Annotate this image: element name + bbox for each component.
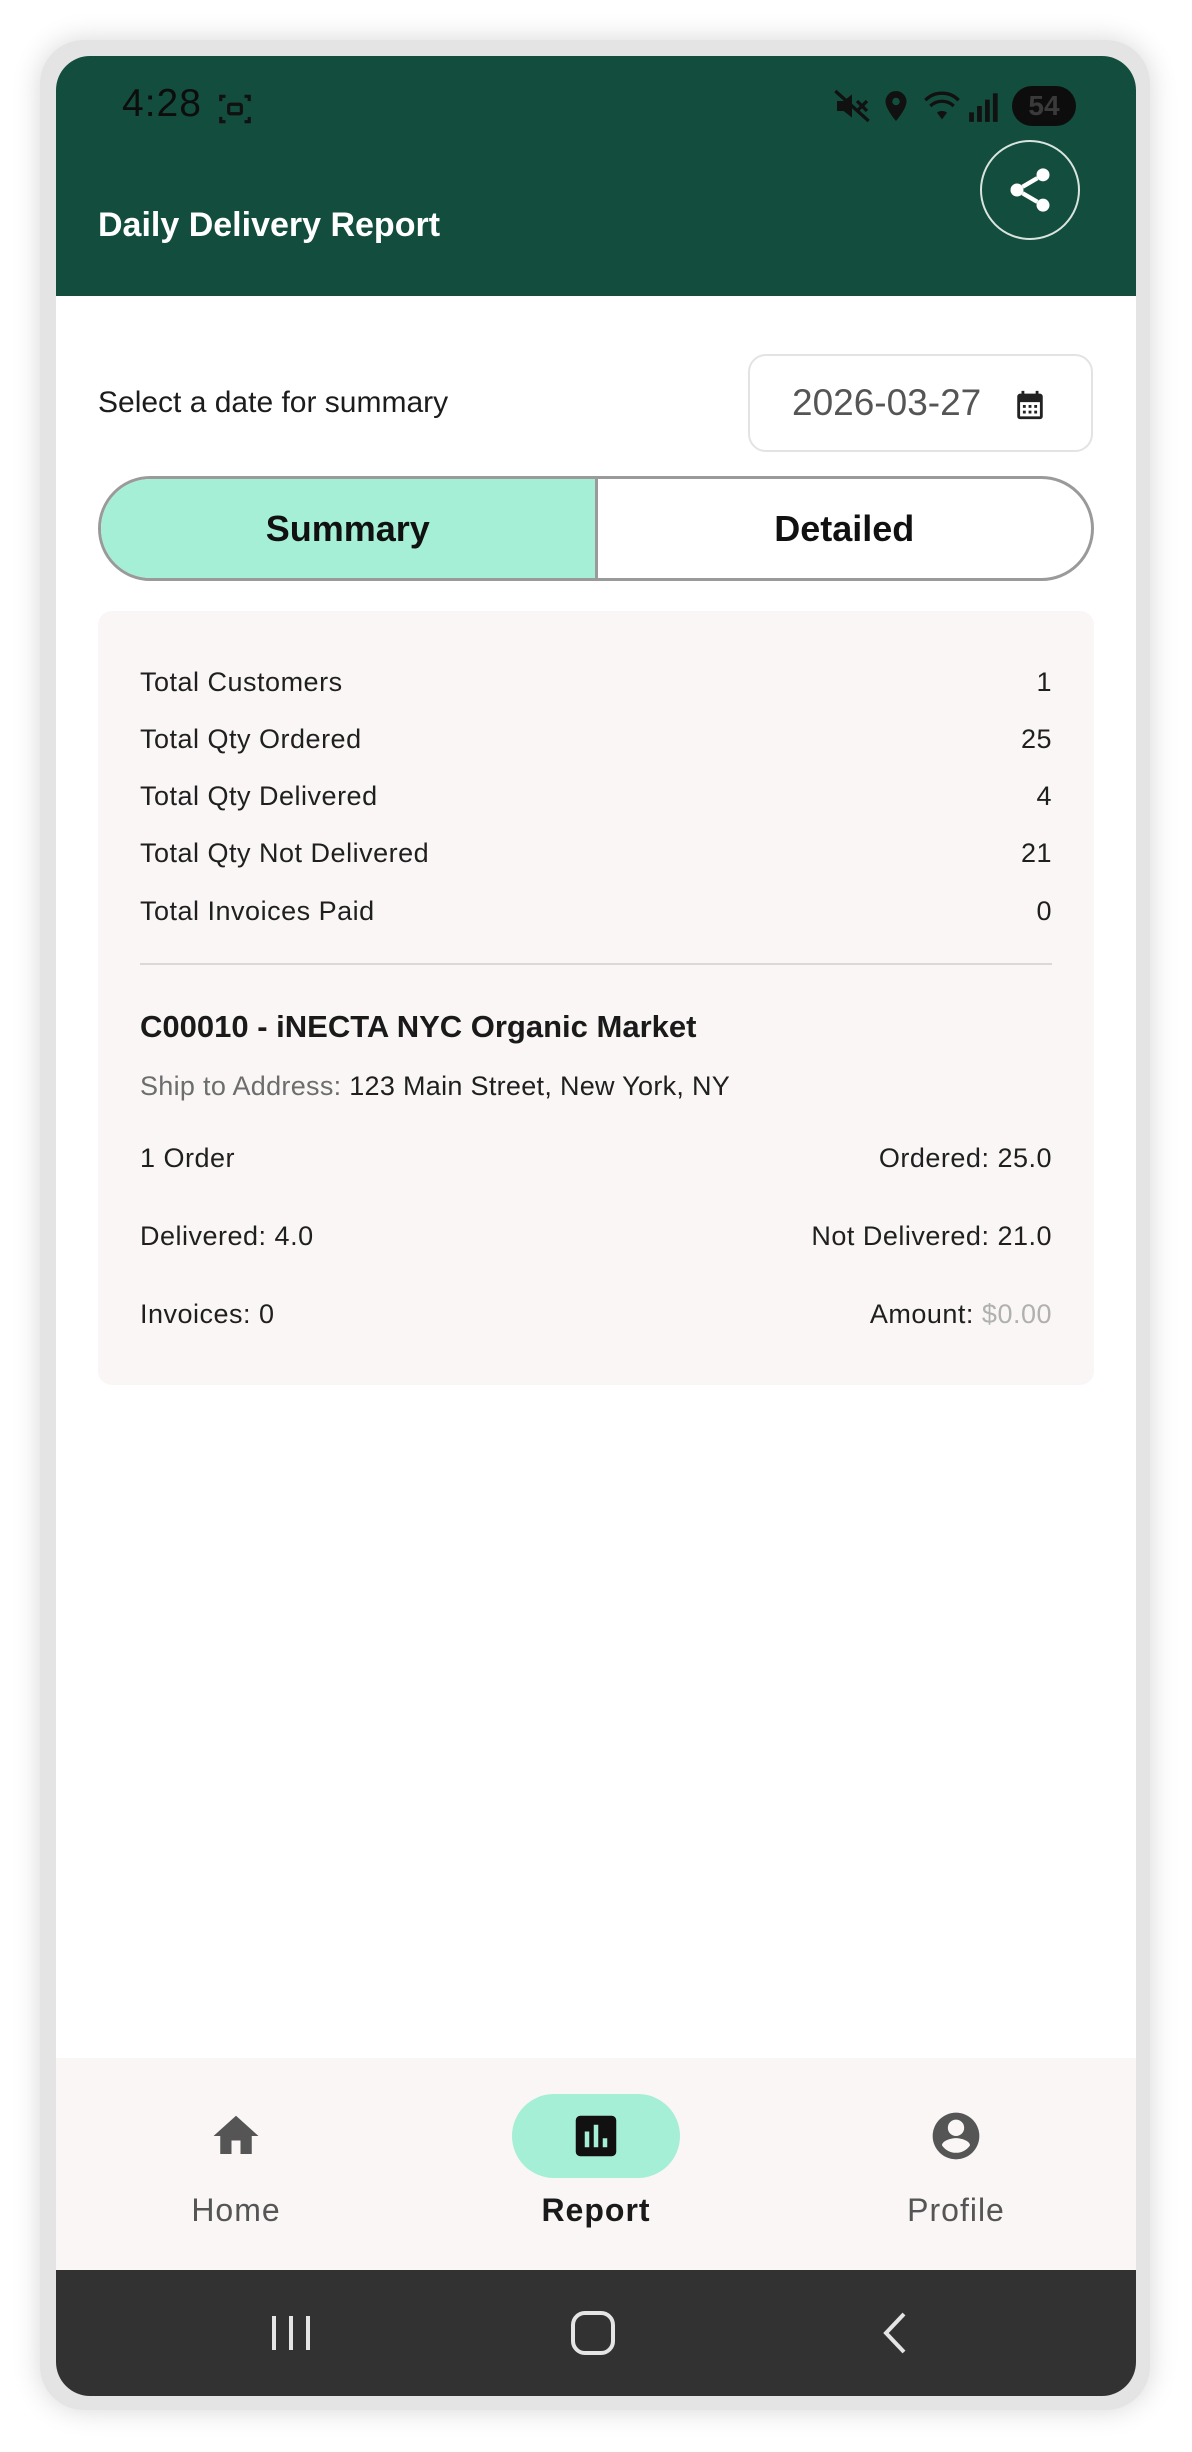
- date-label: Select a date for summary: [98, 386, 449, 419]
- nav-profile-pill: [872, 2094, 1040, 2178]
- summary-value: 4: [1036, 781, 1052, 811]
- summary-row: Total Qty Ordered 25: [140, 724, 1052, 755]
- nav-report-label: Report: [541, 2192, 651, 2228]
- recent-apps-icon[interactable]: [268, 2308, 314, 2358]
- summary-label: Total Qty Not Delivered: [140, 838, 430, 868]
- divider: [140, 963, 1052, 965]
- nav-home[interactable]: Home: [116, 2094, 356, 2229]
- customer-row: 1 Order Ordered: 25.0: [140, 1143, 1052, 1174]
- summary-label: Total Qty Ordered: [140, 724, 362, 754]
- amount-label: Amount:: [869, 1299, 974, 1329]
- invoice-count: Invoices: 0: [140, 1299, 275, 1329]
- nav-report[interactable]: Report: [476, 2094, 716, 2229]
- app-bar: 4:28 54 Daily Delivery Report: [56, 56, 1136, 296]
- nav-home-label: Home: [191, 2192, 281, 2228]
- system-navigation-bar: [56, 2270, 1136, 2396]
- status-time: 4:28: [122, 82, 202, 125]
- screenshot-icon: [219, 94, 251, 124]
- home-nav-icon[interactable]: [568, 2308, 618, 2358]
- date-picker-field[interactable]: 2026-03-27: [748, 354, 1093, 452]
- nav-home-pill: [152, 2094, 320, 2178]
- bar-chart-icon: [575, 2115, 617, 2157]
- bottom-navigation: Home Report Profile: [56, 2058, 1136, 2270]
- summary-label: Total Invoices Paid: [140, 896, 375, 926]
- mute-icon: [834, 89, 870, 123]
- calendar-icon: [1017, 390, 1043, 420]
- order-count: 1 Order: [140, 1143, 236, 1173]
- summary-label: Total Customers: [140, 667, 343, 697]
- customer-row: Invoices: 0 Amount: $0.00: [140, 1299, 1052, 1330]
- ship-address: Ship to Address: 123 Main Street, New Yo…: [140, 1071, 730, 1102]
- share-icon: [1010, 168, 1050, 212]
- date-value: 2026-03-27: [792, 382, 982, 423]
- nav-profile-label: Profile: [907, 2192, 1005, 2228]
- ship-label: Ship to Address:: [140, 1071, 342, 1101]
- view-toggle: Summary Detailed: [98, 476, 1094, 581]
- wifi-icon: [924, 91, 960, 120]
- amount: Amount: $0.00: [870, 1299, 1052, 1330]
- summary-value: 25: [1020, 724, 1052, 754]
- signal-icon: [969, 93, 998, 122]
- summary-label: Total Qty Delivered: [140, 781, 378, 811]
- nav-profile[interactable]: Profile: [836, 2094, 1076, 2229]
- phone-screen: 4:28 54 Daily Delivery Report Select a d…: [56, 56, 1136, 2396]
- summary-card: Total Customers 1 Total Qty Ordered 25 T…: [98, 611, 1094, 1385]
- summary-row: Total Qty Delivered 4: [140, 781, 1052, 812]
- account-circle-icon: [932, 2112, 980, 2160]
- ordered-qty: Ordered: 25.0: [878, 1143, 1052, 1173]
- summary-value: 21: [1020, 838, 1052, 868]
- amount-value: $0.00: [981, 1299, 1052, 1329]
- summary-row: Total Customers 1: [140, 667, 1052, 698]
- tab-detailed[interactable]: Detailed: [598, 479, 1092, 578]
- customer-title: C00010 - iNECTA NYC Organic Market: [140, 1009, 697, 1044]
- not-delivered-qty: Not Delivered: 21.0: [811, 1221, 1052, 1251]
- summary-row: Total Invoices Paid 0: [140, 896, 1052, 927]
- tab-summary[interactable]: Summary: [101, 479, 598, 578]
- location-icon: [885, 91, 907, 121]
- share-button[interactable]: [980, 140, 1080, 240]
- page-title: Daily Delivery Report: [98, 206, 441, 244]
- ship-value: 123 Main Street, New York, NY: [349, 1071, 731, 1101]
- back-icon[interactable]: [874, 2308, 914, 2358]
- delivered-qty: Delivered: 4.0: [140, 1221, 314, 1251]
- summary-value: 0: [1036, 896, 1052, 926]
- customer-row: Delivered: 4.0 Not Delivered: 21.0: [140, 1221, 1052, 1252]
- nav-report-pill: [512, 2094, 680, 2178]
- battery-level: 54: [1028, 90, 1060, 121]
- summary-row: Total Qty Not Delivered 21: [140, 838, 1052, 869]
- battery-icon: 54: [1012, 86, 1076, 126]
- home-icon: [213, 2115, 259, 2154]
- summary-value: 1: [1036, 667, 1052, 697]
